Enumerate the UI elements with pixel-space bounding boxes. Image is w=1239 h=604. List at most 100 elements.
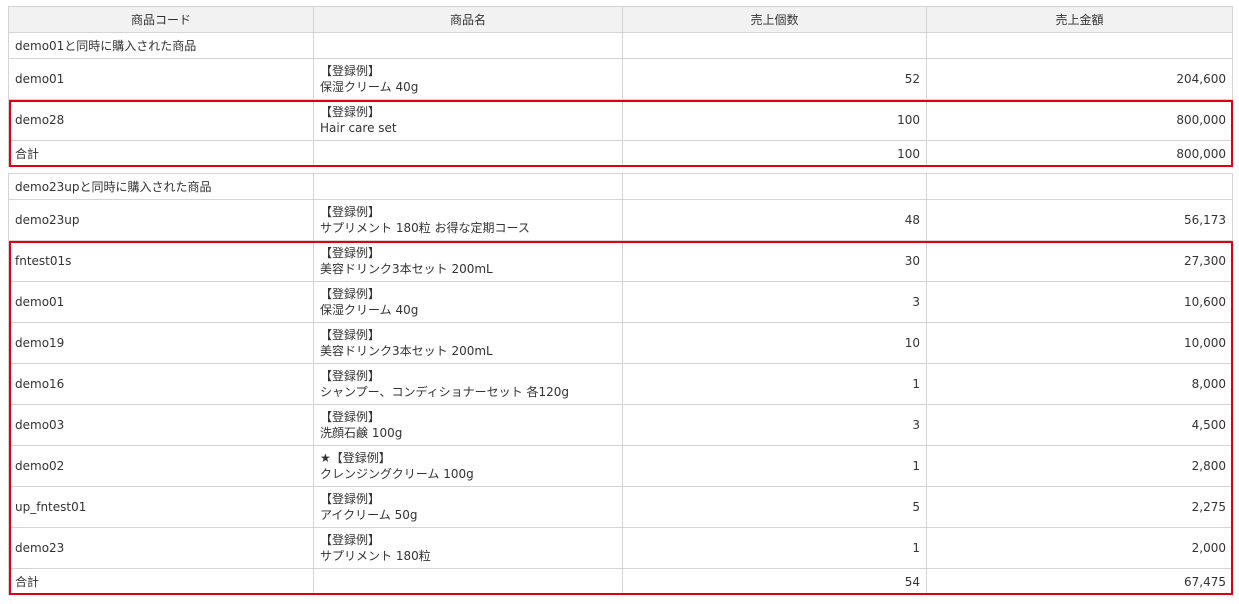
total-amount: 800,000 (926, 140, 1233, 167)
table-body: demo01と同時に購入された商品 demo01 【登録例】 保湿クリーム 40g 52… (8, 32, 1233, 595)
table-row: demo19 【登録例】 美容ドリンク3本セット 200mL 10 10,000 (8, 322, 1233, 364)
base-product-row: demo23up 【登録例】 サプリメント 180粒 お得な定期コース 48 56,17… (8, 199, 1233, 241)
empty-cell (622, 173, 927, 200)
product-name-cell: 【登録例】サプリメント 180粒 お得な定期コース (313, 199, 623, 241)
product-name: Hair care set (320, 121, 397, 135)
product-name: サプリメント 180粒 (320, 549, 431, 563)
total-label: 合計 (8, 140, 314, 167)
total-quantity: 100 (622, 140, 927, 167)
product-code: demo19 (8, 322, 314, 364)
sales-quantity: 1 (622, 527, 927, 569)
sales-amount: 2,800 (926, 445, 1233, 487)
product-code: demo28 (8, 99, 314, 141)
product-name-label: 【登録例】 (320, 410, 381, 424)
empty-cell (926, 32, 1233, 59)
group-title: demo23upと同時に購入された商品 (8, 173, 314, 200)
sales-table: 商品コード 商品名 売上個数 売上金額 demo01と同時に購入された商品 dem… (8, 6, 1233, 595)
product-code: fntest01s (8, 240, 314, 282)
sales-amount: 8,000 (926, 363, 1233, 405)
total-label: 合計 (8, 568, 314, 595)
sales-quantity: 3 (622, 281, 927, 323)
group-title-row: demo23upと同時に購入された商品 (8, 173, 1233, 200)
table-row: demo02 ★【登録例】 クレンジングクリーム 100g 1 2,800 (8, 445, 1233, 487)
product-name-label: 【登録例】 (320, 205, 381, 219)
product-name-label: 【登録例】 (320, 533, 381, 547)
sales-quantity: 1 (622, 445, 927, 487)
sales-amount: 204,600 (926, 58, 1233, 100)
product-name-cell: ★【登録例】クレンジングクリーム 100g (313, 445, 623, 487)
empty-cell (313, 173, 623, 200)
empty-cell (622, 32, 927, 59)
product-name: シャンプー、コンディショナーセット 各120g (320, 385, 570, 399)
group-title-row: demo01と同時に購入された商品 (8, 32, 1233, 59)
header-row: 商品コード 商品名 売上個数 売上金額 (8, 6, 1233, 33)
product-name-cell: 【登録例】 保湿クリーム 40g (313, 281, 623, 323)
product-name-cell: 【登録例】美容ドリンク3本セット 200mL (313, 322, 623, 364)
sales-quantity: 1 (622, 363, 927, 405)
total-amount: 67,475 (926, 568, 1233, 595)
sales-amount: 4,500 (926, 404, 1233, 446)
sales-amount: 800,000 (926, 99, 1233, 141)
sales-quantity: 5 (622, 486, 927, 528)
product-name: クレンジングクリーム 100g (320, 467, 474, 481)
product-code: demo03 (8, 404, 314, 446)
product-name-label: 【登録例】 (320, 105, 381, 119)
sales-quantity: 3 (622, 404, 927, 446)
total-row: 合計 100 800,000 (8, 140, 1233, 167)
page: 商品コード 商品名 売上個数 売上金額 demo01と同時に購入された商品 dem… (0, 0, 1239, 604)
empty-cell (926, 173, 1233, 200)
table-row: demo03 【登録例】 洗顔石鹸 100g 3 4,500 (8, 404, 1233, 446)
product-name: サプリメント 180粒 お得な定期コース (320, 221, 530, 235)
product-code: up_fntest01 (8, 486, 314, 528)
product-code: demo23 (8, 527, 314, 569)
product-code: demo16 (8, 363, 314, 405)
header-amount: 売上金額 (926, 6, 1233, 33)
product-name-cell: 【登録例】シャンプー、コンディショナーセット 各120g (313, 363, 623, 405)
product-name: 保湿クリーム 40g (320, 80, 419, 94)
empty-cell (313, 140, 623, 167)
sales-amount: 10,600 (926, 281, 1233, 323)
table-row: up_fntest01 【登録例】 アイクリーム 50g 5 2,275 (8, 486, 1233, 528)
spacer-cell (313, 166, 623, 174)
table-row: demo28 【登録例】 Hair care set 100 800,000 (8, 99, 1233, 141)
empty-cell (313, 32, 623, 59)
table-row: demo16 【登録例】 シャンプー、コンディショナーセット 各120g 1 8,000 (8, 363, 1233, 405)
sales-quantity: 48 (622, 199, 927, 241)
product-name-label: 【登録例】 (320, 287, 381, 301)
sales-amount: 2,275 (926, 486, 1233, 528)
product-name-label: 【登録例】 (320, 492, 381, 506)
product-name-cell: 【登録例】サプリメント 180粒 (313, 527, 623, 569)
product-name-cell: 【登録例】アイクリーム 50g (313, 486, 623, 528)
product-name-label: 【登録例】 (320, 369, 381, 383)
total-quantity: 54 (622, 568, 927, 595)
sales-amount: 10,000 (926, 322, 1233, 364)
header-quantity: 売上個数 (622, 6, 927, 33)
product-name-cell: 【登録例】保湿クリーム 40g (313, 58, 623, 100)
product-name-label: 【登録例】 (320, 328, 381, 342)
product-name-cell: 【登録例】 Hair care set (313, 99, 623, 141)
product-name: 洗顔石鹸 100g (320, 426, 403, 440)
product-name-cell: 【登録例】洗顔石鹸 100g (313, 404, 623, 446)
product-name-label: 【登録例】 (320, 64, 381, 78)
product-code: demo02 (8, 445, 314, 487)
spacer-cell (926, 166, 1233, 174)
product-name-label: 【登録例】 (320, 246, 381, 260)
sales-quantity: 100 (622, 99, 927, 141)
product-name: アイクリーム 50g (320, 508, 418, 522)
empty-cell (313, 568, 623, 595)
total-row: 合計 54 67,475 (8, 568, 1233, 595)
header-code: 商品コード (8, 6, 314, 33)
product-code: demo23up (8, 199, 314, 241)
product-name: 美容ドリンク3本セット 200mL (320, 344, 493, 358)
sales-quantity: 52 (622, 58, 927, 100)
sales-quantity: 10 (622, 322, 927, 364)
spacer-cell (8, 166, 314, 174)
header-name: 商品名 (313, 6, 623, 33)
sales-quantity: 30 (622, 240, 927, 282)
section-spacer (8, 166, 1233, 174)
product-name-label: ★【登録例】 (320, 451, 391, 465)
sales-amount: 27,300 (926, 240, 1233, 282)
product-code: demo01 (8, 58, 314, 100)
product-name: 美容ドリンク3本セット 200mL (320, 262, 493, 276)
sales-amount: 56,173 (926, 199, 1233, 241)
